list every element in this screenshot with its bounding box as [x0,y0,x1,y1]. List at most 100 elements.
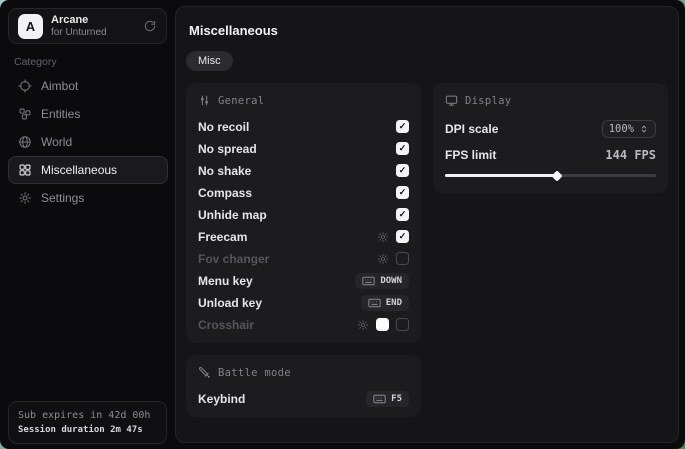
category-label: Category [14,56,57,68]
setting-row-unhide-map: Unhide map ✓ [198,208,409,221]
checkbox[interactable] [396,318,409,331]
setting-row-battle-keybind: Keybind F5 [198,392,409,405]
sword-icon [198,366,211,379]
battle-card-title: Battle mode [218,367,291,379]
sidebar-item-label: World [41,135,72,149]
battle-card-header: Battle mode [198,366,409,379]
sidebar-item-label: Entities [41,107,80,121]
general-card-header: General [198,94,409,107]
checkbox[interactable]: ✓ [396,230,409,243]
setting-row-dpi-scale: DPI scale 100% [445,120,656,138]
keybind-value: DOWN [380,276,402,286]
tab-label: Misc [198,55,221,67]
session-duration-text: Session duration 2m 47s [18,425,157,435]
checkbox[interactable]: ✓ [396,164,409,177]
right-column: Display DPI scale 100% FPS limit 144 FPS [433,83,668,205]
dpi-scale-value: 100% [609,123,634,135]
app-title-block: Arcane for Unturned [51,14,107,38]
sub-expiry-text: Sub expires in 42d 00h [18,410,157,421]
setting-row-no-spread: No spread ✓ [198,142,409,155]
setting-label: Unhide map [198,208,267,222]
display-card-header: Display [445,94,656,107]
sidebar-item-aimbot[interactable]: Aimbot [8,72,168,100]
crosshair-icon [18,79,32,93]
setting-row-fov-changer: Fov changer [198,252,409,265]
keyboard-icon [362,276,375,286]
keyboard-icon [373,394,386,404]
setting-label: Menu key [198,274,253,288]
app-header: A Arcane for Unturned [8,8,167,44]
sidebar-item-label: Settings [41,191,84,205]
color-swatch[interactable] [376,318,389,331]
app-logo: A [18,14,43,39]
setting-row-crosshair: Crosshair [198,318,409,331]
monitor-icon [445,94,458,107]
page-title: Miscellaneous [189,23,668,38]
sidebar: A Arcane for Unturned Category Aimbot En… [0,0,175,449]
gear-icon[interactable] [377,231,389,243]
app-window: A Arcane for Unturned Category Aimbot En… [0,0,685,449]
sidebar-nav: Aimbot Entities World Miscellaneous Sett… [8,72,168,212]
setting-row-no-recoil: No recoil ✓ [198,120,409,133]
setting-row-fps-limit: FPS limit 144 FPS [445,148,656,162]
globe-icon [18,135,32,149]
refresh-icon[interactable] [143,19,157,33]
setting-label: Unload key [198,296,262,310]
display-card-title: Display [465,95,511,107]
general-card-title: General [218,95,264,107]
checkbox[interactable]: ✓ [396,142,409,155]
dpi-scale-select[interactable]: 100% [602,120,656,138]
checkbox[interactable] [396,252,409,265]
keyboard-icon [368,298,381,308]
sidebar-item-label: Miscellaneous [41,163,117,177]
setting-label: No spread [198,142,257,156]
subscription-status: Sub expires in 42d 00h Session duration … [8,401,167,444]
setting-label: FPS limit [445,148,496,162]
left-column: General No recoil ✓ No spread ✓ No shake… [186,83,421,429]
grid-icon [18,163,32,177]
keybind-badge[interactable]: DOWN [355,273,409,289]
gear-icon [18,191,32,205]
app-subtitle: for Unturned [51,27,107,39]
app-name: Arcane [51,14,107,27]
setting-label: DPI scale [445,122,498,136]
unfold-icon [639,124,649,134]
battle-mode-card: Battle mode Keybind F5 [186,355,421,417]
general-card: General No recoil ✓ No spread ✓ No shake… [186,83,421,343]
setting-row-freecam: Freecam ✓ [198,230,409,243]
card-columns: General No recoil ✓ No spread ✓ No shake… [186,83,668,429]
checkbox[interactable]: ✓ [396,186,409,199]
setting-label: No shake [198,164,251,178]
setting-row-menu-key: Menu key DOWN [198,274,409,287]
fps-limit-value: 144 FPS [605,148,656,162]
slider-fill [445,174,557,177]
slider-thumb[interactable] [551,170,562,181]
sidebar-item-label: Aimbot [41,79,78,93]
gear-icon[interactable] [377,253,389,265]
setting-label: Keybind [198,392,245,406]
setting-label: No recoil [198,120,249,134]
display-card: Display DPI scale 100% FPS limit 144 FPS [433,83,668,193]
setting-label: Fov changer [198,252,269,266]
entities-icon [18,107,32,121]
fps-limit-slider[interactable] [445,174,656,177]
sidebar-item-world[interactable]: World [8,128,168,156]
setting-row-unload-key: Unload key END [198,296,409,309]
gear-icon[interactable] [357,319,369,331]
sliders-icon [198,94,211,107]
setting-label: Crosshair [198,318,254,332]
setting-row-compass: Compass ✓ [198,186,409,199]
sidebar-item-entities[interactable]: Entities [8,100,168,128]
sidebar-item-settings[interactable]: Settings [8,184,168,212]
keybind-value: F5 [391,394,402,404]
tab-misc[interactable]: Misc [186,51,233,71]
setting-label: Compass [198,186,252,200]
checkbox[interactable]: ✓ [396,120,409,133]
keybind-value: END [386,298,402,308]
setting-row-no-shake: No shake ✓ [198,164,409,177]
checkbox[interactable]: ✓ [396,208,409,221]
keybind-badge[interactable]: END [361,295,409,311]
main-panel: Miscellaneous Misc General No recoil ✓ [175,6,679,443]
sidebar-item-miscellaneous[interactable]: Miscellaneous [8,156,168,184]
keybind-badge[interactable]: F5 [366,391,409,407]
